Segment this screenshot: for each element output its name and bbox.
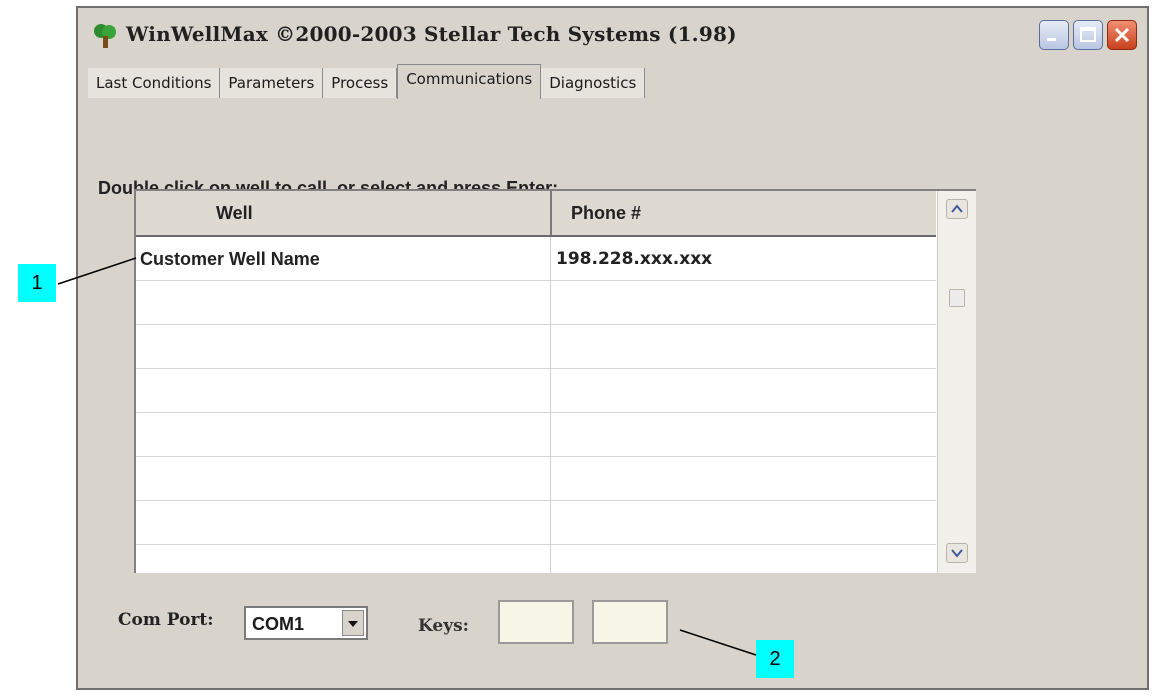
column-header-well[interactable]: Well bbox=[216, 203, 253, 224]
column-divider[interactable] bbox=[550, 191, 552, 235]
close-icon bbox=[1114, 27, 1130, 43]
tab-last-conditions[interactable]: Last Conditions bbox=[88, 68, 221, 98]
vertical-scrollbar[interactable] bbox=[937, 191, 976, 573]
tab-diagnostics[interactable]: Diagnostics bbox=[541, 68, 646, 98]
com-port-dropdown-button[interactable] bbox=[342, 610, 364, 636]
com-port-value: COM1 bbox=[252, 614, 305, 634]
minimize-button[interactable] bbox=[1039, 20, 1069, 50]
title-bar[interactable]: WinWellMax ©2000-2003 Stellar Tech Syste… bbox=[78, 8, 1147, 66]
minimize-icon bbox=[1047, 38, 1056, 41]
table-row[interactable] bbox=[136, 325, 936, 369]
table-header: Well Phone # bbox=[136, 191, 936, 237]
maximize-button[interactable] bbox=[1073, 20, 1103, 50]
chevron-up-icon bbox=[951, 204, 963, 213]
com-port-label: Com Port: bbox=[118, 610, 214, 630]
column-header-phone[interactable]: Phone # bbox=[571, 203, 641, 224]
table-row[interactable] bbox=[136, 413, 936, 457]
maximize-icon bbox=[1080, 27, 1096, 42]
tab-strip: Last Conditions Parameters Process Commu… bbox=[88, 64, 646, 99]
dropdown-arrow-icon bbox=[348, 621, 358, 627]
table-row[interactable] bbox=[136, 281, 936, 325]
wells-table[interactable]: Well Phone # Customer Well Name 198.228.… bbox=[134, 189, 976, 573]
close-button[interactable] bbox=[1107, 20, 1137, 50]
chevron-down-icon bbox=[951, 549, 963, 558]
table-rows: Customer Well Name 198.228.xxx.xxx bbox=[136, 237, 936, 573]
scroll-up-button[interactable] bbox=[946, 199, 968, 219]
tab-process[interactable]: Process bbox=[323, 68, 398, 98]
window-title: WinWellMax ©2000-2003 Stellar Tech Syste… bbox=[126, 22, 737, 46]
callout-2: 2 bbox=[756, 640, 794, 678]
tab-parameters[interactable]: Parameters bbox=[220, 68, 324, 98]
tree-app-icon bbox=[94, 24, 116, 48]
phone-cell: 198.228.xxx.xxx bbox=[556, 249, 713, 269]
tab-communications[interactable]: Communications bbox=[397, 64, 542, 99]
table-row[interactable] bbox=[136, 501, 936, 545]
com-port-select[interactable]: COM1 bbox=[244, 606, 368, 640]
table-row[interactable] bbox=[136, 369, 936, 413]
scroll-down-button[interactable] bbox=[946, 543, 968, 563]
scroll-thumb[interactable] bbox=[949, 289, 965, 307]
table-row[interactable]: Customer Well Name 198.228.xxx.xxx bbox=[136, 237, 936, 281]
app-window: WinWellMax ©2000-2003 Stellar Tech Syste… bbox=[76, 6, 1149, 690]
key-input-2[interactable] bbox=[592, 600, 668, 644]
callout-1: 1 bbox=[18, 264, 56, 302]
well-cell: Customer Well Name bbox=[140, 249, 320, 269]
table-row[interactable] bbox=[136, 545, 936, 573]
table-row[interactable] bbox=[136, 457, 936, 501]
keys-label: Keys: bbox=[418, 616, 469, 636]
key-input-1[interactable] bbox=[498, 600, 574, 644]
